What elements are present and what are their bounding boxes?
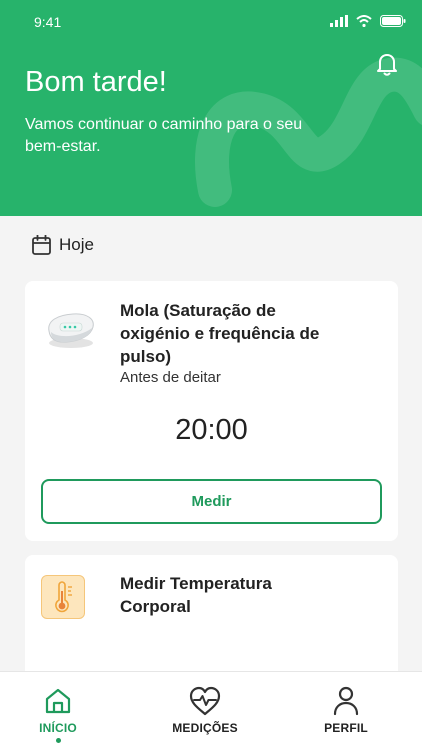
today-label: Hoje <box>59 235 94 254</box>
measurement-card-oximeter[interactable]: Mola (Saturação de oxigénio e frequência… <box>25 281 398 541</box>
status-time: 9:41 <box>34 14 62 30</box>
nav-label-profile: PERFIL <box>324 721 368 735</box>
status-bar: 9:41 <box>0 0 422 44</box>
card-title: Mola (Saturação de oxigénio e frequência… <box>120 301 320 366</box>
thermometer-icon-box <box>41 575 85 619</box>
greeting-subtitle: Vamos continuar o caminho para o seu bem… <box>25 116 303 155</box>
status-icons <box>330 15 406 27</box>
nav-item-profile[interactable]: PERFIL <box>296 672 396 750</box>
signal-icon <box>330 15 348 27</box>
battery-icon <box>380 15 406 27</box>
heart-pulse-icon <box>189 686 221 716</box>
measure-button[interactable]: Medir <box>41 479 382 524</box>
card-title: Medir Temperatura Corporal <box>120 574 272 616</box>
pulse-oximeter-icon <box>48 313 94 348</box>
active-indicator-dot <box>55 738 61 743</box>
nav-item-measurements[interactable]: MEDIÇÕES <box>155 672 255 750</box>
notification-bell-icon[interactable] <box>374 51 400 77</box>
nav-label-home: INÍCIO <box>39 721 77 735</box>
thermometer-icon <box>55 581 72 613</box>
header: 9:41 Bom tarde! Vamos continuar o caminh… <box>0 0 422 216</box>
card-schedule-label: Antes de deitar <box>120 369 221 386</box>
calendar-icon <box>32 235 51 255</box>
nav-item-home[interactable]: INÍCIO <box>8 672 108 750</box>
greeting-title: Bom tarde! <box>25 66 167 98</box>
card-time: 20:00 <box>175 414 248 446</box>
bottom-navigation: INÍCIO MEDIÇÕES PERFIL <box>0 671 422 750</box>
today-section-header: Hoje <box>32 235 94 255</box>
nav-label-measurements: MEDIÇÕES <box>172 721 238 735</box>
wifi-icon <box>356 15 372 27</box>
home-icon <box>45 688 71 714</box>
person-icon <box>333 686 359 716</box>
